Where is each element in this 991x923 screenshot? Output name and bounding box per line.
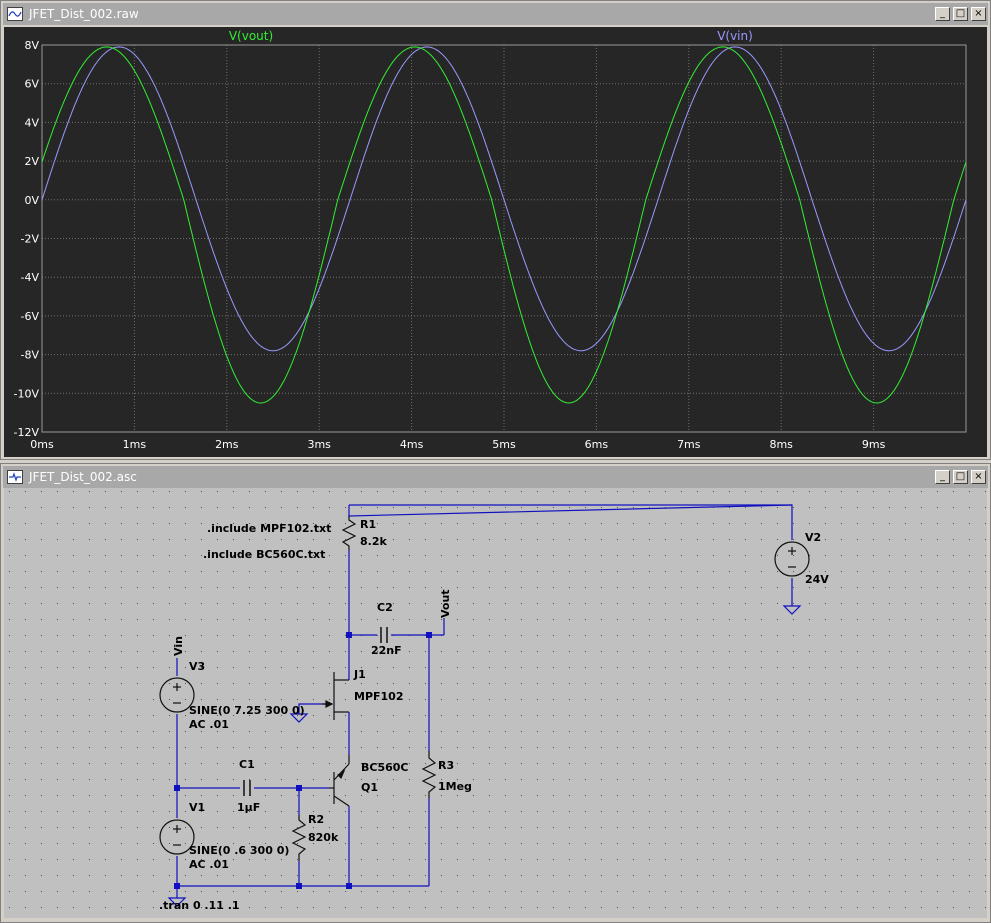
y-tick-label: 0V	[24, 194, 39, 207]
c1-name[interactable]: C1	[239, 758, 255, 771]
y-tick-label: -6V	[21, 310, 40, 323]
waveform-window[interactable]: JFET_Dist_002.raw _ □ × 8V 6V 4V 2V 0V -2V -4V…	[0, 0, 991, 460]
maximize-button[interactable]: □	[953, 7, 968, 21]
r3-value[interactable]: 1Meg	[438, 780, 472, 793]
x-tick-label: 4ms	[400, 438, 424, 451]
j1-name[interactable]: J1	[353, 668, 366, 681]
schematic-window-title: JFET_Dist_002.asc	[29, 470, 137, 484]
y-tick-label: 2V	[24, 155, 39, 168]
schematic-window[interactable]: JFET_Dist_002.asc _ □ × R1 8.2k R3 1Meg …	[0, 463, 991, 923]
legend-vout[interactable]: V(vout)	[229, 29, 273, 43]
net-label-vout[interactable]: Vout	[439, 589, 452, 618]
waveform-plot[interactable]: 8V6V4V2V0V-2V-4V-6V-8V-10V-12V 0ms 1ms 2ms…	[4, 27, 987, 457]
x-tick-label: 5ms	[492, 438, 516, 451]
y-tick-label: -4V	[21, 271, 40, 284]
r3-name[interactable]: R3	[438, 759, 454, 772]
directive-include-bc560c[interactable]: .include BC560C.txt	[203, 548, 325, 561]
r2-value[interactable]: 820k	[308, 831, 339, 844]
plot-background	[4, 27, 987, 457]
y-tick-label: 4V	[24, 116, 39, 129]
y-tick-label: -2V	[21, 233, 40, 246]
r2-name[interactable]: R2	[308, 813, 324, 826]
close-button[interactable]: ×	[971, 470, 986, 484]
schematic-canvas[interactable]: R1 8.2k R3 1Meg R2 820k C2 22nF C1 1µF V…	[4, 488, 987, 918]
waveform-app-icon	[7, 7, 23, 21]
x-tick-label: 2ms	[215, 438, 239, 451]
y-tick-label: 8V	[24, 39, 39, 52]
waveform-window-title: JFET_Dist_002.raw	[29, 7, 139, 21]
v3-name[interactable]: V3	[189, 660, 205, 673]
close-button[interactable]: ×	[971, 7, 986, 21]
directive-tran[interactable]: .tran 0 .11 .1	[159, 899, 240, 912]
schematic-grid	[4, 488, 987, 918]
r1-value[interactable]: 8.2k	[360, 535, 387, 548]
directive-include-mpf102[interactable]: .include MPF102.txt	[207, 522, 331, 535]
c2-value[interactable]: 22nF	[371, 644, 402, 657]
c1-value[interactable]: 1µF	[237, 801, 260, 814]
c2-name[interactable]: C2	[377, 601, 393, 614]
waveform-titlebar[interactable]: JFET_Dist_002.raw _ □ ×	[3, 3, 988, 25]
v2-value[interactable]: 24V	[805, 573, 829, 586]
v3-ac[interactable]: AC .01	[189, 718, 229, 731]
x-tick-label: 8ms	[769, 438, 793, 451]
x-tick-label: 6ms	[585, 438, 609, 451]
q1-value[interactable]: BC560C	[361, 761, 409, 774]
maximize-button[interactable]: □	[953, 470, 968, 484]
schematic-titlebar[interactable]: JFET_Dist_002.asc _ □ ×	[3, 466, 988, 488]
v1-ac[interactable]: AC .01	[189, 858, 229, 871]
minimize-button[interactable]: _	[935, 7, 950, 21]
legend-vin[interactable]: V(vin)	[717, 29, 753, 43]
y-tick-label: -8V	[21, 349, 40, 362]
y-tick-label: 6V	[24, 78, 39, 91]
x-tick-label: 3ms	[307, 438, 331, 451]
x-tick-label: 9ms	[862, 438, 886, 451]
v1-name[interactable]: V1	[189, 801, 205, 814]
schematic-app-icon	[7, 470, 23, 484]
x-tick-label: 1ms	[123, 438, 147, 451]
net-label-vin[interactable]: Vin	[172, 636, 185, 656]
y-tick-label: -10V	[14, 387, 40, 400]
v2-name[interactable]: V2	[805, 531, 821, 544]
v1-value[interactable]: SINE(0 .6 300 0)	[189, 844, 289, 857]
q1-name[interactable]: Q1	[361, 781, 378, 794]
minimize-button[interactable]: _	[935, 470, 950, 484]
x-tick-label: 7ms	[677, 438, 701, 451]
x-tick-label: 0ms	[30, 438, 54, 451]
v3-value[interactable]: SINE(0 7.25 300 0)	[189, 704, 305, 717]
r1-name[interactable]: R1	[360, 518, 376, 531]
j1-value[interactable]: MPF102	[354, 690, 403, 703]
